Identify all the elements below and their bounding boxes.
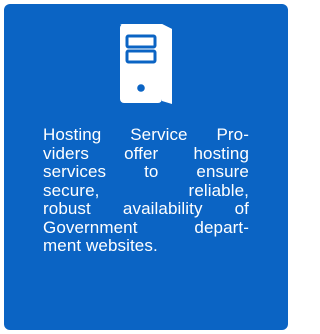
description-line: Hosting Service Pro- (43, 125, 249, 144)
icon-container (4, 18, 288, 110)
server-tower-icon (120, 24, 172, 104)
description-line: viders offer hosting (43, 143, 249, 163)
description-line: robust availability of (43, 199, 249, 218)
description-line: ment websites. (43, 236, 158, 255)
hosting-description: Hosting Service Pro- viders offer hostin… (43, 125, 249, 256)
description-line: services to ensure (43, 162, 249, 181)
description-line: Government depart- (43, 217, 249, 237)
description-line: secure, reliable, (43, 180, 249, 200)
hosting-service-card: Hosting Service Pro- viders offer hostin… (4, 4, 288, 330)
